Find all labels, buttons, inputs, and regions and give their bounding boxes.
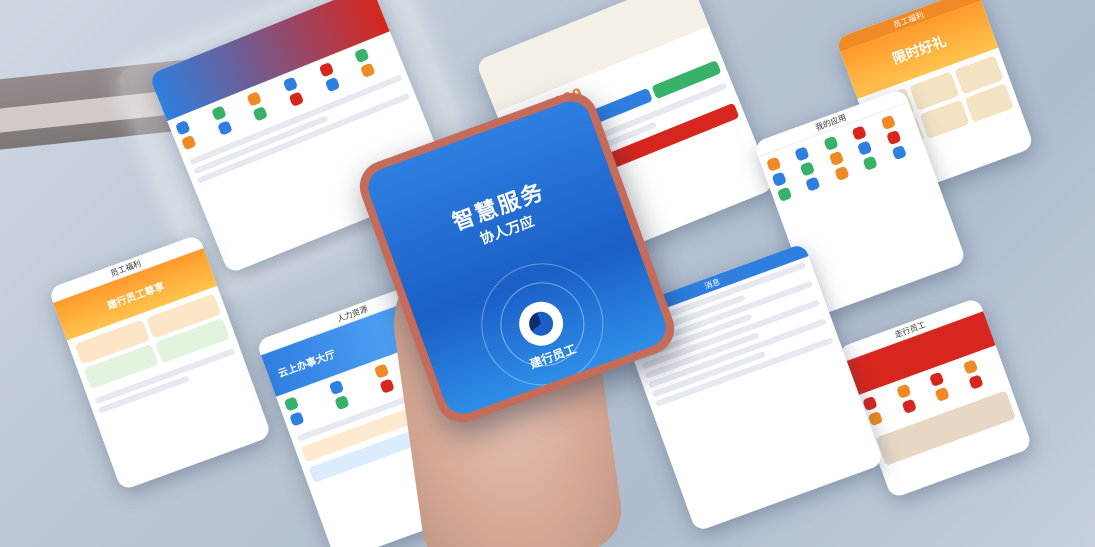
app-icon (283, 396, 300, 412)
app-icon (929, 371, 945, 387)
app-icon (934, 386, 950, 403)
app-icon (354, 47, 370, 64)
app-icon (880, 114, 896, 131)
app-icon (967, 374, 984, 390)
app-icon (800, 161, 816, 177)
app-icon (324, 76, 341, 93)
app-icon (895, 383, 912, 400)
app-icon (766, 156, 782, 172)
app-icon (857, 140, 873, 156)
app-icon (885, 129, 902, 146)
app-icon (828, 150, 844, 167)
app-icon (289, 411, 305, 427)
app-icon (252, 105, 269, 122)
app-icon (210, 105, 227, 122)
app-icon (823, 135, 839, 152)
app-icon (216, 120, 233, 136)
app-icon (379, 378, 395, 394)
app-icon (834, 165, 850, 182)
app-icon (805, 176, 821, 192)
app-icon (891, 144, 907, 161)
app-icon (373, 363, 390, 379)
app-icon (246, 90, 263, 107)
app-icon (867, 410, 884, 427)
app-icon (794, 146, 810, 162)
app-icon (776, 186, 793, 202)
app-icon (334, 394, 350, 411)
app-icon (862, 395, 878, 412)
app-icon (288, 91, 305, 107)
app-icon (282, 76, 299, 93)
app-icon (328, 379, 345, 396)
app-icon (771, 171, 787, 187)
app-icon (181, 134, 197, 151)
app-icon (851, 125, 868, 141)
app-icon (901, 398, 917, 415)
app-icon (318, 62, 335, 78)
app-icon (360, 62, 376, 78)
app-icon (862, 155, 879, 171)
app-icon (962, 359, 978, 375)
app-icon (175, 119, 191, 136)
photo-scene: 可用积分 7000 员工福利 限时好礼 我的应用 (0, 0, 1095, 547)
